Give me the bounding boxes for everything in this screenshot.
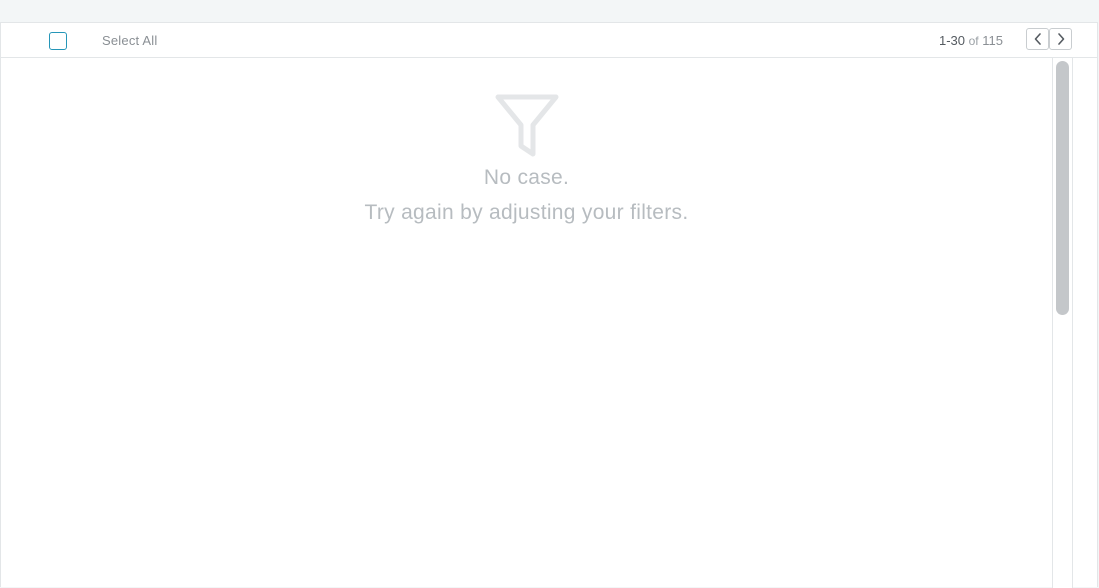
chevron-left-icon [1034,33,1041,45]
list-toolbar: Select All 1-30 of 115 [1,23,1098,58]
select-all-label[interactable]: Select All [102,33,157,48]
pagination-range: 1-30 [938,33,965,48]
filter-icon [495,94,558,157]
case-list-content: No case. Try again by adjusting your fil… [1,58,1052,588]
vertical-scrollbar[interactable] [1052,58,1073,588]
empty-state-subtitle: Try again by adjusting your filters. [364,201,689,224]
scrollbar-thumb[interactable] [1056,61,1069,315]
pagination-total: 115 [982,33,1003,48]
next-page-button[interactable] [1049,28,1072,50]
pagination-summary: 1-30 of 115 [939,33,1003,48]
empty-state: No case. Try again by adjusting your fil… [1,92,1052,225]
select-all-checkbox[interactable] [49,32,67,50]
case-list-panel: Select All 1-30 of 115 No case. Try agai… [0,22,1098,588]
chevron-right-icon [1057,33,1064,45]
empty-state-title: No case. [483,166,570,189]
pagination-of-label: of [968,34,979,48]
previous-page-button[interactable] [1026,28,1049,50]
